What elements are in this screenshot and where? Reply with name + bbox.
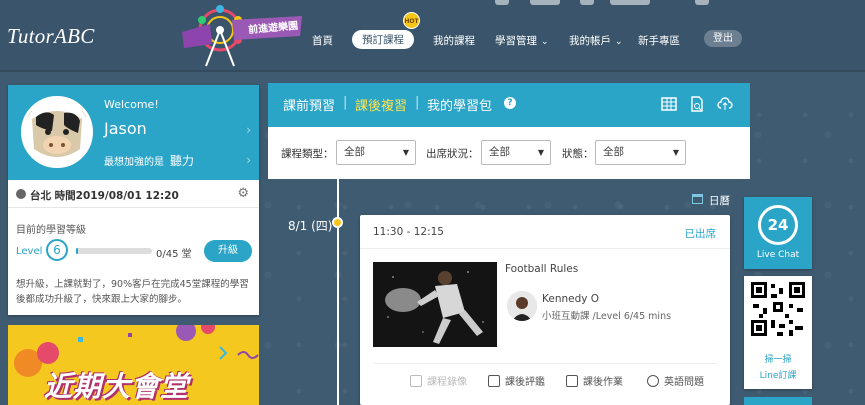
gear-icon[interactable]: ⚙ bbox=[237, 186, 249, 201]
strongest-goal[interactable]: 最想加強的是 聽力 bbox=[104, 152, 194, 169]
level-number: 6 bbox=[46, 239, 68, 261]
level-label: Level bbox=[16, 246, 43, 257]
question-icon bbox=[647, 375, 659, 387]
video-icon bbox=[410, 375, 422, 387]
action-post-class-evaluation[interactable]: 課後評鑑 bbox=[488, 373, 545, 388]
line-qr-widget[interactable]: 掃一掃 Line訂課 bbox=[744, 276, 812, 389]
level-title: 目前的學習等級 bbox=[16, 225, 86, 236]
event-banner[interactable]: 近期大會堂 bbox=[8, 325, 259, 405]
timeline-line bbox=[337, 179, 339, 405]
document-icon bbox=[488, 375, 500, 387]
tab-separator: | bbox=[343, 95, 348, 110]
welcome-text: Welcome! bbox=[104, 98, 159, 111]
banner-title: 近期大會堂 bbox=[44, 370, 190, 403]
user-name[interactable]: Jason bbox=[104, 119, 147, 138]
timeline-date: 8/1 (四) bbox=[288, 219, 333, 233]
level-progress-bar bbox=[76, 248, 152, 254]
dropdown-caret-icon: ▼ bbox=[402, 148, 409, 157]
calendar-icon[interactable] bbox=[692, 194, 703, 204]
upgrade-button[interactable]: 升級 bbox=[204, 240, 252, 262]
cow-avatar-icon bbox=[24, 99, 90, 165]
live-chat-widget[interactable]: 24 Live Chat bbox=[744, 197, 812, 269]
level-progress-count: 0/45 堂 bbox=[156, 249, 192, 260]
chevron-down-icon: ⌄ bbox=[615, 37, 623, 47]
nav-book-course[interactable]: 預訂課程 bbox=[352, 30, 414, 49]
goal-value: 聽力 bbox=[170, 154, 195, 168]
profile-card: Welcome! Jason › 最想加強的是 聽力 › 台北 時間2019/08… bbox=[8, 85, 259, 315]
help-icon[interactable]: ? bbox=[504, 97, 516, 109]
filter-attendance-label: 出席狀況： bbox=[426, 148, 479, 160]
current-time: 台北 時間2019/08/01 12:20 bbox=[30, 190, 179, 202]
book-icon bbox=[566, 375, 578, 387]
cloud-upload-icon[interactable] bbox=[717, 96, 733, 112]
clock-icon bbox=[16, 189, 26, 199]
divider bbox=[360, 248, 730, 249]
tutorabc-logo[interactable]: TutorABC bbox=[7, 24, 95, 49]
session-title[interactable]: Football Rules bbox=[505, 263, 578, 275]
filter-status-label: 狀態： bbox=[562, 148, 594, 160]
table-view-icon[interactable] bbox=[661, 96, 677, 112]
chevron-right-icon[interactable]: › bbox=[246, 153, 251, 167]
nav-beginner-zone[interactable]: 新手專區 bbox=[638, 33, 680, 48]
session-card: 11:30 - 12:15 已出席 Football Rules Kennedy… bbox=[360, 215, 730, 405]
timeline-dot bbox=[332, 217, 343, 228]
level-progress-fill bbox=[76, 248, 78, 254]
football-player-image bbox=[373, 262, 497, 347]
tab-my-study-pack[interactable]: 我的學習包 bbox=[427, 95, 492, 114]
logout-button[interactable]: 登出 bbox=[704, 30, 742, 47]
chevron-right-icon[interactable]: › bbox=[246, 123, 251, 137]
filter-course-type-label: 課程類型： bbox=[281, 148, 334, 160]
tab-pre-class-preview[interactable]: 課前預習 bbox=[283, 95, 335, 114]
attendance-status: 已出席 bbox=[684, 228, 717, 240]
top-navigation-bar: TutorABC 前進遊樂園 首頁 預訂課程 HOT 我的課程 學習管理 ⌄ 我的… bbox=[0, 0, 865, 72]
action-class-recording[interactable]: 課程錄像 bbox=[410, 373, 467, 388]
nav-my-account[interactable]: 我的帳戶 ⌄ bbox=[569, 33, 623, 48]
phone-24-icon: 24 bbox=[758, 205, 798, 245]
chevron-down-icon: ⌄ bbox=[541, 37, 549, 47]
tutor-avatar bbox=[507, 291, 537, 321]
profile-header: Welcome! Jason › 最想加強的是 聽力 › bbox=[8, 85, 259, 180]
next-widget-edge[interactable] bbox=[744, 397, 812, 405]
filter-course-type-select[interactable]: 全部 ▼ bbox=[336, 140, 416, 165]
live-chat-label: Live Chat bbox=[756, 250, 800, 260]
qr-line-booking-label: Line訂課 bbox=[759, 371, 797, 381]
nav-my-courses[interactable]: 我的課程 bbox=[433, 33, 475, 48]
filter-attendance-select[interactable]: 全部 ▼ bbox=[481, 140, 551, 165]
avatar[interactable] bbox=[21, 96, 93, 168]
session-thumbnail[interactable] bbox=[373, 262, 497, 347]
tab-post-class-review[interactable]: 課後複習 bbox=[355, 95, 407, 114]
time-row: 台北 時間2019/08/01 12:20 ⚙ bbox=[8, 180, 259, 208]
upgrade-message: 想升級，上課就對了，90%客戶在完成45堂課程的學習後都成功升級了，快來跟上大家… bbox=[16, 279, 249, 305]
course-review-header: 課前預習 | 課後複習 | 我的學習包 ? bbox=[268, 83, 750, 127]
nav-learning-management[interactable]: 學習管理 ⌄ bbox=[495, 33, 549, 48]
qr-scan-label: 掃一掃 bbox=[764, 355, 792, 365]
tutor-name: Kennedy O bbox=[542, 293, 600, 305]
top-utility-strip bbox=[470, 0, 865, 8]
session-time: 11:30 - 12:15 bbox=[373, 226, 444, 238]
action-homework[interactable]: 課後作業 bbox=[566, 373, 623, 388]
action-english-question[interactable]: 英語問題 bbox=[647, 373, 704, 388]
nav-home[interactable]: 首頁 bbox=[312, 33, 333, 48]
session-info: 小班互動課 /Level 6/45 mins bbox=[542, 311, 672, 322]
document-search-icon[interactable] bbox=[689, 96, 705, 112]
qr-code-icon bbox=[749, 280, 807, 338]
filter-status-select[interactable]: 全部 ▼ bbox=[595, 140, 686, 165]
filter-bar: 課程類型： 全部 ▼ 出席狀況： 全部 ▼ 狀態： 全部 ▼ bbox=[268, 127, 750, 179]
dropdown-caret-icon: ▼ bbox=[672, 148, 679, 157]
ferris-wheel-promo[interactable] bbox=[180, 2, 305, 70]
hot-badge: HOT bbox=[403, 12, 420, 29]
calendar-link[interactable]: 日曆 bbox=[709, 193, 730, 208]
dropdown-caret-icon: ▼ bbox=[537, 148, 544, 157]
tab-separator: | bbox=[415, 95, 420, 110]
divider bbox=[373, 363, 717, 364]
